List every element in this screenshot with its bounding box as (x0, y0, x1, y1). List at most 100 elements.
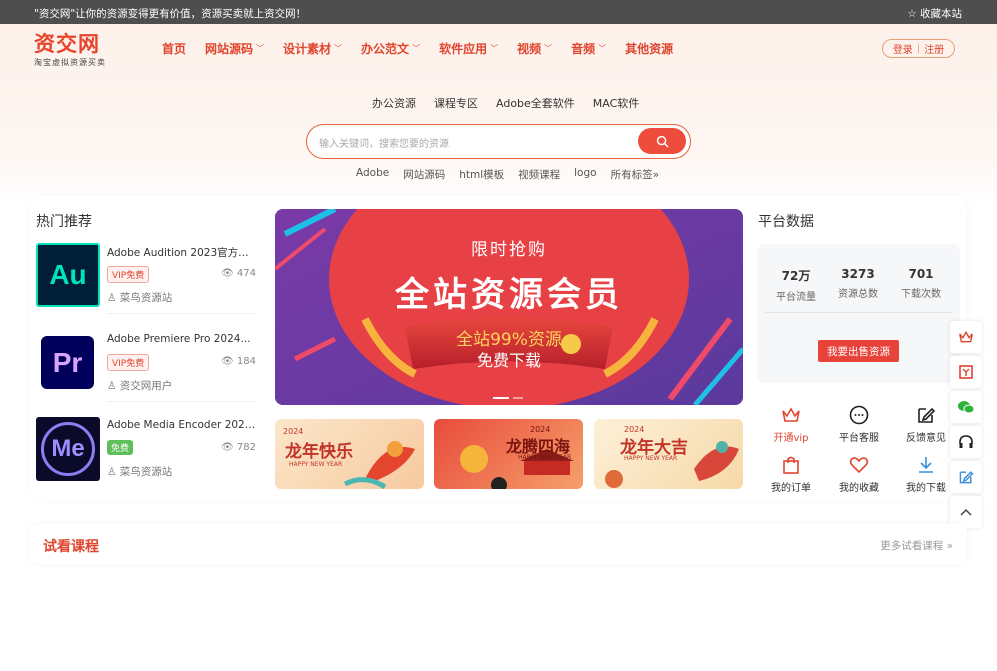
hot-section-title: 热门推荐 (36, 214, 92, 230)
banner-ribbon-line2: 免费下载 (476, 351, 541, 370)
nav-label: 视频 (517, 41, 542, 56)
nav-item-office[interactable]: 办公范文 ﹀ (361, 40, 420, 56)
vip-badge: VIP免费 (107, 354, 150, 371)
all-tags-link[interactable]: 所有标签» (611, 167, 659, 182)
hot-item-title[interactable]: Adobe Media Encoder 2020 for... (107, 419, 257, 431)
crown-icon (782, 407, 800, 422)
download-icon (919, 457, 933, 473)
favorite-site-link[interactable]: ☆ 收藏本站 (907, 6, 962, 21)
stat-value: 72万 (781, 269, 811, 283)
tag-link[interactable]: 网站源码 (403, 167, 445, 182)
nav-item-home[interactable]: 首页 (162, 40, 186, 56)
stat-value: 701 (908, 267, 934, 281)
top-notice-text: "资交网"让你的资源变得更有价值，资源买卖就上资交网！ (34, 8, 307, 20)
mini-banner-2[interactable]: 2024 龙腾四海 HAPPY NEW YEAR (434, 419, 583, 489)
stat-downloads: 701 下载次数 (891, 267, 951, 300)
stat-label: 平台流量 (776, 292, 816, 303)
divider (765, 312, 952, 313)
free-badge: 免费 (107, 440, 134, 455)
quick-action-label: 我的订单 (771, 483, 811, 494)
my-orders-action[interactable]: 我的订单 (761, 455, 821, 494)
register-link[interactable]: 注册 (924, 41, 944, 56)
view-count: 👁 782 (221, 442, 256, 453)
hot-item[interactable]: Au Adobe Audition 2023官方免费... VIP免费 👁 47… (36, 243, 262, 317)
edit-icon (918, 407, 936, 423)
search-icon (656, 135, 668, 147)
tag-link[interactable]: 视频课程 (518, 167, 560, 182)
stat-label: 下载次数 (901, 289, 941, 300)
tag-link[interactable]: Adobe (356, 167, 389, 182)
nav-item-video[interactable]: 视频 ﹀ (517, 40, 552, 56)
nav-item-audio[interactable]: 音频 ﹀ (571, 40, 606, 56)
nav-item-software[interactable]: 软件应用 ﹀ (439, 40, 498, 56)
mini-banner-1[interactable]: 2024 龙年快乐 HAPPY NEW YEAR (275, 419, 424, 489)
promo-banner[interactable]: 限时抢购 全站资源会员 全站99%资源 免费下载 (275, 209, 743, 405)
site-logo[interactable]: 资交网 淘宝虚拟资源买卖 (34, 33, 124, 69)
my-favorites-action[interactable]: 我的收藏 (829, 455, 889, 494)
author-name: 资交网用户 (119, 380, 173, 392)
nav-item-source-code[interactable]: 网站源码 ﹀ (205, 40, 264, 56)
search-input[interactable]: 输入关键词，搜索您要的资源 (319, 135, 449, 150)
sell-resource-button[interactable]: 我要出售资源 (818, 340, 899, 362)
auth-pill: 登录 | 注册 (882, 39, 955, 58)
feedback-action[interactable]: 反馈意见 (896, 405, 956, 444)
quick-action-label: 反馈意见 (906, 433, 946, 444)
eye-icon: 👁 (221, 268, 234, 279)
view-count-value: 782 (236, 442, 256, 453)
mini-banner-3[interactable]: 2024 龙年大吉 HAPPY NEW YEAR (594, 419, 743, 489)
stat-resources: 3273 资源总数 (828, 267, 888, 300)
platform-stats-card: 72万 平台流量 3273 资源总数 701 下载次数 我要出售资源 (757, 244, 960, 383)
category-link[interactable]: 课程专区 (434, 95, 478, 111)
eye-icon: 👁 (221, 356, 234, 367)
tag-link[interactable]: logo (574, 167, 596, 182)
category-link[interactable]: 办公资源 (372, 95, 416, 111)
chevron-down-icon: ﹀ (412, 43, 421, 53)
hot-item-title[interactable]: Adobe Premiere Pro 2024... (107, 333, 257, 345)
login-link[interactable]: 登录 (893, 41, 913, 56)
nav-item-design[interactable]: 设计素材 ﹀ (283, 40, 342, 56)
author: ♙ 资交网用户 (107, 378, 172, 393)
support-action[interactable]: 平台客服 (829, 405, 889, 444)
edit-icon (959, 471, 974, 484)
nav-label: 办公范文 (361, 41, 410, 56)
side-vip-button[interactable] (950, 321, 982, 353)
hot-item-title[interactable]: Adobe Audition 2023官方免费... (107, 245, 257, 260)
nav-label: 设计素材 (283, 41, 332, 56)
mini-subtitle: HAPPY NEW YEAR (518, 454, 572, 461)
category-link[interactable]: MAC软件 (593, 95, 640, 111)
hot-item[interactable]: Me Adobe Media Encoder 2020 for... 免费 👁 … (36, 417, 262, 491)
nav-label: 其他资源 (625, 41, 674, 56)
view-count: 👁 184 (221, 356, 256, 367)
logo-title: 资交网 (34, 31, 100, 56)
chevron-up-icon (960, 508, 972, 516)
view-count-value: 184 (236, 356, 256, 367)
hot-item[interactable]: Pr Adobe Premiere Pro 2024... VIP免费 👁 18… (36, 331, 262, 405)
side-feedback-button[interactable] (950, 461, 982, 493)
wechat-icon (958, 401, 975, 414)
author-name: 菜鸟资源站 (119, 466, 173, 478)
mini-title: 龙年快乐 (285, 442, 353, 462)
search-button[interactable] (638, 128, 686, 154)
mini-subtitle: HAPPY NEW YEAR (624, 455, 678, 462)
premiere-app-icon: Pr (41, 336, 94, 389)
side-service-button[interactable] (950, 426, 982, 458)
open-vip-action[interactable]: 开通vip (761, 405, 821, 444)
view-count: 👁 474 (221, 268, 256, 279)
nav-label: 软件应用 (439, 41, 488, 56)
my-downloads-action[interactable]: 我的下载 (896, 455, 956, 494)
side-wechat-button[interactable] (950, 391, 982, 423)
chevron-down-icon: ﹀ (334, 43, 343, 53)
stat-traffic: 72万 平台流量 (766, 267, 826, 303)
more-courses-link[interactable]: 更多试看课程 » (880, 538, 953, 553)
mini-year: 2024 (283, 427, 304, 436)
nav-item-other[interactable]: 其他资源 (625, 40, 673, 56)
headset-icon (959, 435, 973, 448)
tag-link[interactable]: html模板 (459, 167, 504, 182)
author: ♙ 菜鸟资源站 (107, 464, 172, 479)
quick-action-label: 平台客服 (839, 433, 879, 444)
platform-section-title: 平台数据 (758, 214, 814, 230)
category-link[interactable]: Adobe全套软件 (496, 95, 575, 111)
audition-app-icon: Au (36, 243, 100, 307)
media-encoder-icon-label: Me (41, 422, 95, 476)
side-coupon-button[interactable] (950, 356, 982, 388)
